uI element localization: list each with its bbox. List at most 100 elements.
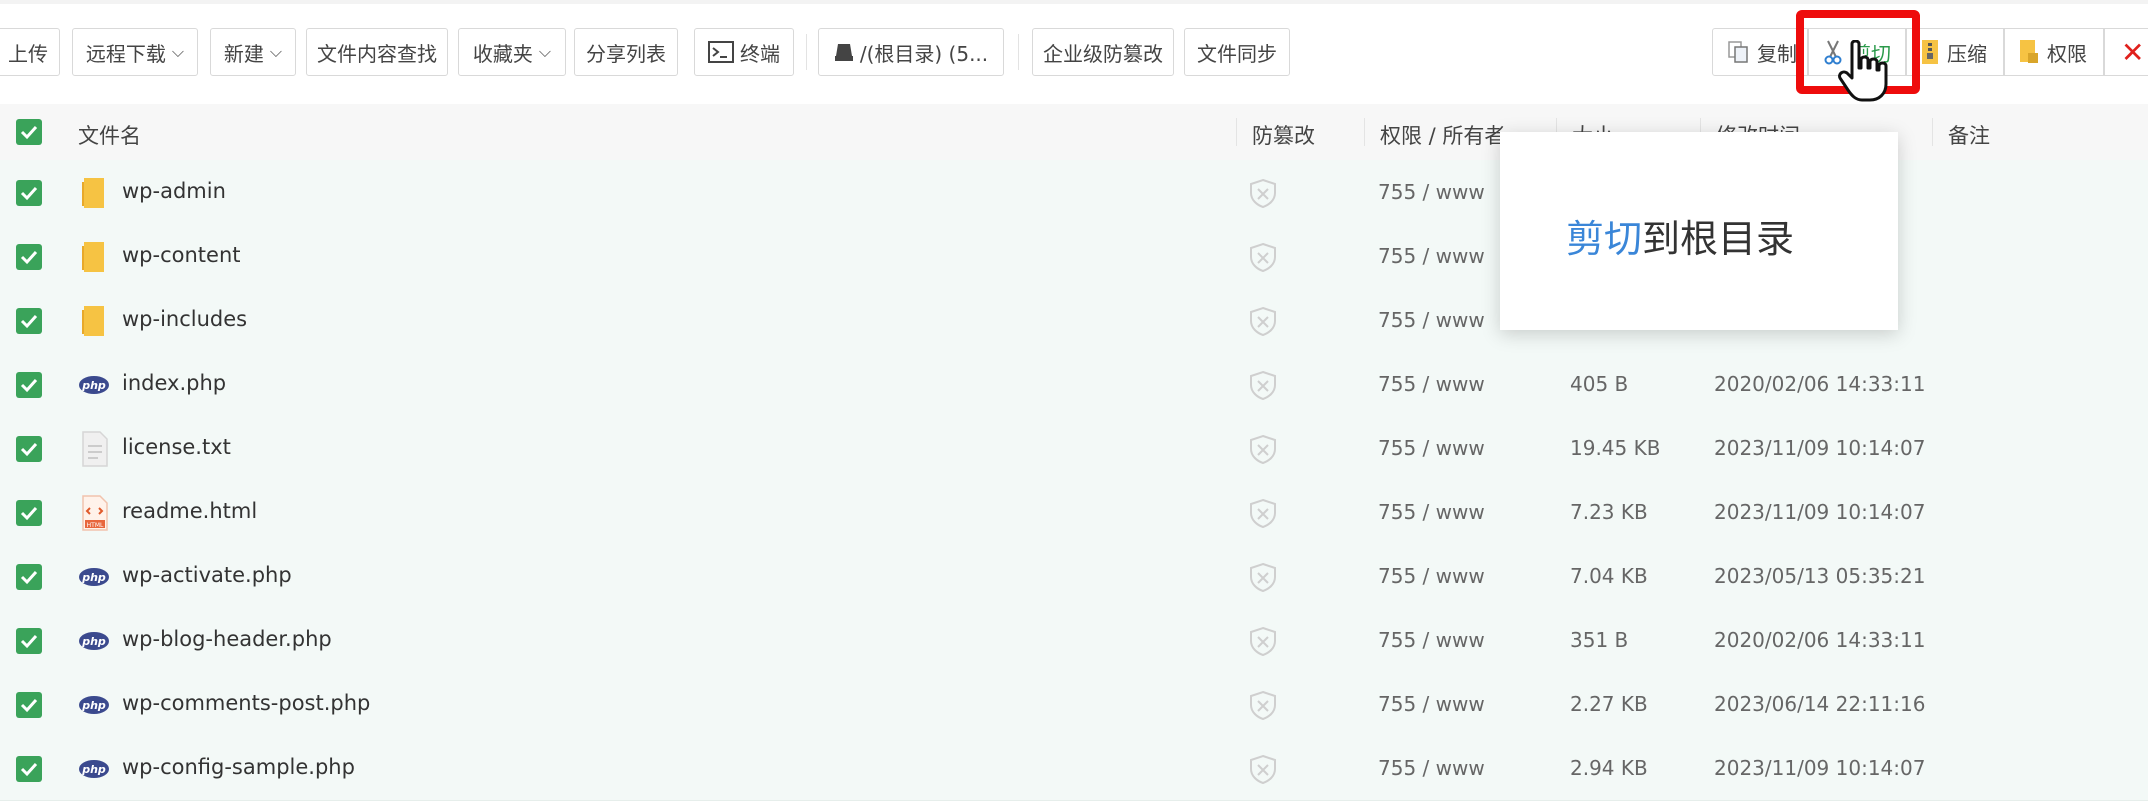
copy-button[interactable]: 复制 xyxy=(1712,28,1808,76)
tooltip-text: 剪切到根目录 xyxy=(1566,208,1794,263)
row-checkbox[interactable] xyxy=(16,308,42,334)
shield-icon[interactable] xyxy=(1248,626,1278,656)
favorites-button[interactable]: 收藏夹 ⌵ xyxy=(458,28,566,76)
permission-owner[interactable]: 755 / www xyxy=(1378,180,1485,204)
file-name[interactable]: readme.html xyxy=(122,499,257,523)
path-label: /(根目录) (5... xyxy=(859,41,989,66)
check-icon xyxy=(20,698,38,713)
check-icon xyxy=(20,314,38,329)
share-list-button[interactable]: 分享列表 xyxy=(574,28,678,76)
shield-icon[interactable] xyxy=(1248,306,1278,336)
row-checkbox[interactable] xyxy=(16,244,42,270)
chevron-down-icon: ⌵ xyxy=(538,42,552,61)
chevron-down-icon: ⌵ xyxy=(269,42,283,61)
txt-file-icon xyxy=(78,430,112,468)
file-size: 405 B xyxy=(1570,372,1629,396)
permission-owner[interactable]: 755 / www xyxy=(1378,372,1485,396)
file-name[interactable]: wp-includes xyxy=(122,307,247,331)
copy-label: 复制 xyxy=(1757,41,1797,66)
check-icon xyxy=(20,250,38,265)
content-search-button[interactable]: 文件内容查找 xyxy=(306,28,448,76)
row-checkbox[interactable] xyxy=(16,500,42,526)
file-row[interactable]: php wp-blog-header.php 755 / www 351 B 2020/… xyxy=(0,608,2148,673)
svg-text:HTML: HTML xyxy=(87,522,104,529)
column-name[interactable]: 文件名 xyxy=(78,120,141,150)
row-checkbox[interactable] xyxy=(16,564,42,590)
row-checkbox[interactable] xyxy=(16,180,42,206)
file-name[interactable]: license.txt xyxy=(122,435,231,459)
cut-tooltip: 剪切到根目录 xyxy=(1500,132,1898,330)
delete-button[interactable]: ✕ xyxy=(2104,28,2148,76)
file-row[interactable]: php wp-comments-post.php 755 / www 2.27 KB 2… xyxy=(0,672,2148,737)
file-name[interactable]: wp-activate.php xyxy=(122,563,292,587)
php-file-icon: php xyxy=(78,558,112,596)
row-checkbox[interactable] xyxy=(16,628,42,654)
remote-download-button[interactable]: 远程下载 ⌵ xyxy=(72,28,198,76)
row-checkbox[interactable] xyxy=(16,756,42,782)
enterprise-tamper-label: 企业级防篡改 xyxy=(1043,41,1163,66)
shield-icon[interactable] xyxy=(1248,434,1278,464)
file-sync-button[interactable]: 文件同步 xyxy=(1184,28,1290,76)
file-row[interactable]: php wp-config-sample.php 755 / www 2.94 KB 2… xyxy=(0,736,2148,801)
check-icon xyxy=(20,125,38,140)
row-checkbox[interactable] xyxy=(16,692,42,718)
permission-button[interactable]: 权限 xyxy=(2004,28,2104,76)
permission-owner[interactable]: 755 / www xyxy=(1378,244,1485,268)
permission-owner[interactable]: 755 / www xyxy=(1378,500,1485,524)
permission-owner[interactable]: 755 / www xyxy=(1378,756,1485,780)
terminal-button[interactable]: 终端 xyxy=(694,28,794,76)
content-search-label: 文件内容查找 xyxy=(317,41,437,66)
column-owner[interactable]: 权限 / 所有者 xyxy=(1380,120,1505,150)
top-border xyxy=(0,0,2148,4)
permission-owner[interactable]: 755 / www xyxy=(1378,628,1485,652)
php-file-icon: php xyxy=(78,366,112,404)
column-note[interactable]: 备注 xyxy=(1948,120,1990,150)
shield-icon[interactable] xyxy=(1248,178,1278,208)
permission-owner[interactable]: 755 / www xyxy=(1378,436,1485,460)
row-checkbox[interactable] xyxy=(16,436,42,462)
shield-icon[interactable] xyxy=(1248,498,1278,528)
modified-time: 2023/11/09 10:14:07 xyxy=(1714,500,1926,524)
disk-icon xyxy=(834,44,853,61)
permission-owner[interactable]: 755 / www xyxy=(1378,308,1485,332)
svg-text:php: php xyxy=(81,763,106,776)
enterprise-tamper-button[interactable]: 企业级防篡改 xyxy=(1032,28,1174,76)
column-tamper[interactable]: 防篡改 xyxy=(1252,120,1315,150)
php-file-icon: php xyxy=(78,622,112,660)
file-row[interactable]: php index.php 755 / www 405 B 2020/02/06 14:… xyxy=(0,352,2148,417)
upload-button[interactable]: 上传 xyxy=(0,28,60,76)
compress-button[interactable]: 压缩 xyxy=(1906,28,2004,76)
select-all-checkbox[interactable] xyxy=(16,119,42,145)
permission-owner[interactable]: 755 / www xyxy=(1378,692,1485,716)
modified-time: 2020/02/06 14:33:11 xyxy=(1714,372,1926,396)
copy-icon xyxy=(1728,41,1748,63)
file-row[interactable]: license.txt 755 / www 19.45 KB 2023/11/09 1… xyxy=(0,416,2148,481)
file-name[interactable]: wp-config-sample.php xyxy=(122,755,355,779)
folder-file-icon xyxy=(78,238,112,276)
shield-icon[interactable] xyxy=(1248,562,1278,592)
row-checkbox[interactable] xyxy=(16,372,42,398)
file-name[interactable]: wp-blog-header.php xyxy=(122,627,332,651)
path-button[interactable]: /(根目录) (5... xyxy=(818,28,1004,76)
hand-cursor-icon xyxy=(1838,40,1888,102)
file-row[interactable]: php wp-activate.php 755 / www 7.04 KB 2023/0… xyxy=(0,544,2148,609)
php-file-icon: php xyxy=(78,686,112,724)
file-name[interactable]: wp-comments-post.php xyxy=(122,691,370,715)
file-name[interactable]: wp-admin xyxy=(122,179,226,203)
shield-icon[interactable] xyxy=(1248,370,1278,400)
file-name[interactable]: index.php xyxy=(122,371,226,395)
compress-label: 压缩 xyxy=(1947,41,1987,66)
permission-owner[interactable]: 755 / www xyxy=(1378,564,1485,588)
shield-icon[interactable] xyxy=(1248,242,1278,272)
new-button[interactable]: 新建 ⌵ xyxy=(210,28,296,76)
file-row[interactable]: HTML readme.html 755 / www 7.23 KB 2023/11/0… xyxy=(0,480,2148,545)
modified-time: 2023/11/09 10:14:07 xyxy=(1714,436,1926,460)
shield-icon[interactable] xyxy=(1248,690,1278,720)
shield-icon[interactable] xyxy=(1248,754,1278,784)
modified-time: 2023/05/13 05:35:21 xyxy=(1714,564,1926,588)
folder-file-icon xyxy=(78,302,112,340)
file-name[interactable]: wp-content xyxy=(122,243,240,267)
close-icon: ✕ xyxy=(2121,35,2145,69)
file-size: 2.94 KB xyxy=(1570,756,1648,780)
check-icon xyxy=(20,378,38,393)
